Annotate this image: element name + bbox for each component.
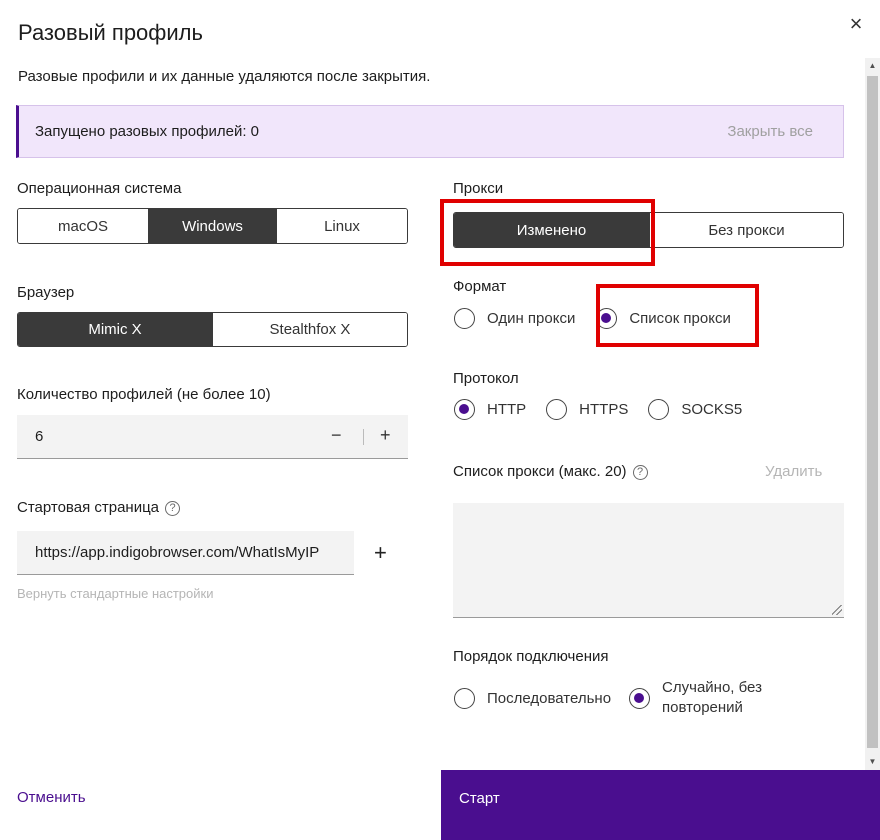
radio-label: HTTPS	[579, 401, 629, 418]
browser-option-mimic[interactable]: Mimic X	[18, 313, 213, 346]
close-icon[interactable]: ×	[844, 12, 868, 36]
format-option-list[interactable]: Список прокси	[596, 308, 731, 329]
reset-defaults-link[interactable]: Вернуть стандартные настройки	[17, 586, 213, 601]
order-option-sequential[interactable]: Последовательно	[454, 687, 612, 709]
proxy-selector: Изменено Без прокси	[453, 212, 844, 248]
start-page-label: Стартовая страница?	[17, 499, 181, 516]
subtitle: Разовые профили и их данные удаляются по…	[18, 68, 431, 85]
connection-order-label: Порядок подключения	[453, 648, 609, 665]
banner-text: Запущено разовых профилей: 0	[35, 123, 259, 140]
scroll-down-icon[interactable]: ▼	[865, 754, 880, 770]
start-page-label-text: Стартовая страница	[17, 499, 160, 516]
proxy-option-changed[interactable]: Изменено	[454, 213, 650, 247]
scroll-thumb[interactable]	[867, 76, 878, 748]
protocol-option-http[interactable]: HTTP	[454, 399, 526, 420]
browser-label: Браузер	[17, 284, 75, 301]
add-start-page-button[interactable]: +	[374, 540, 387, 566]
browser-option-stealthfox[interactable]: Stealthfox X	[213, 313, 407, 346]
radio-button[interactable]	[454, 399, 475, 420]
os-option-windows[interactable]: Windows	[149, 209, 277, 243]
radio-button[interactable]	[629, 687, 651, 709]
connection-order-radio-group: Последовательно Случайно, без повторений	[454, 678, 782, 718]
os-option-linux[interactable]: Linux	[277, 209, 407, 243]
decrement-button[interactable]: −	[331, 425, 342, 446]
delete-proxies-button[interactable]: Удалить	[765, 463, 822, 480]
protocol-label: Протокол	[453, 370, 519, 387]
protocol-option-socks5[interactable]: SOCKS5	[648, 399, 742, 420]
profiles-count-value[interactable]: 6	[35, 428, 43, 445]
os-selector: macOS Windows Linux	[17, 208, 408, 244]
start-button-label: Старт	[459, 790, 500, 807]
resize-handle-icon[interactable]	[832, 605, 842, 615]
radio-label: HTTP	[487, 401, 527, 418]
stepper-divider	[363, 429, 364, 445]
scrollbar[interactable]: ▲ ▼	[865, 58, 880, 770]
radio-label: Случайно, без повторений	[662, 679, 762, 716]
os-label: Операционная система	[17, 180, 182, 197]
proxy-label: Прокси	[453, 180, 504, 197]
cancel-button[interactable]: Отменить	[17, 789, 86, 806]
protocol-option-https[interactable]: HTTPS	[546, 399, 628, 420]
page-title: Разовый профиль	[18, 20, 203, 45]
profiles-count-label: Количество профилей (не более 10)	[17, 386, 271, 403]
proxy-list-textarea[interactable]	[453, 503, 844, 618]
increment-button[interactable]: +	[380, 425, 391, 446]
format-label: Формат	[453, 278, 507, 295]
browser-selector: Mimic X Stealthfox X	[17, 312, 408, 347]
radio-button[interactable]	[596, 308, 618, 329]
order-option-random[interactable]: Случайно, без повторений	[629, 678, 782, 718]
close-all-button[interactable]: Закрыть все	[727, 123, 813, 140]
protocol-radio-group: HTTP HTTPS SOCKS5	[454, 399, 742, 420]
radio-label: Последовательно	[487, 689, 612, 707]
radio-button[interactable]	[648, 399, 670, 420]
proxy-list-label-text: Список прокси (макс. 20)	[453, 463, 627, 480]
format-option-single[interactable]: Один прокси	[454, 308, 575, 329]
start-button[interactable]: Старт	[441, 770, 880, 840]
radio-label: SOCKS5	[681, 401, 743, 418]
radio-button[interactable]	[546, 399, 568, 420]
radio-label: Список прокси	[629, 310, 731, 327]
help-icon[interactable]: ?	[165, 501, 181, 516]
help-icon[interactable]: ?	[632, 465, 648, 480]
radio-button[interactable]	[454, 687, 475, 709]
scroll-up-icon[interactable]: ▲	[865, 58, 880, 74]
format-radio-group: Один прокси Список прокси	[454, 308, 731, 329]
proxy-option-none[interactable]: Без прокси	[650, 213, 843, 247]
proxy-list-label: Список прокси (макс. 20)?	[453, 463, 648, 480]
radio-button[interactable]	[454, 308, 475, 329]
info-banner: Запущено разовых профилей: 0 Закрыть все	[16, 105, 844, 158]
os-option-macos[interactable]: macOS	[18, 209, 149, 243]
radio-label: Один прокси	[487, 310, 576, 327]
profiles-count-stepper: 6 − +	[17, 415, 408, 459]
start-page-input[interactable]: https://app.indigobrowser.com/WhatIsMyIP	[17, 531, 354, 575]
